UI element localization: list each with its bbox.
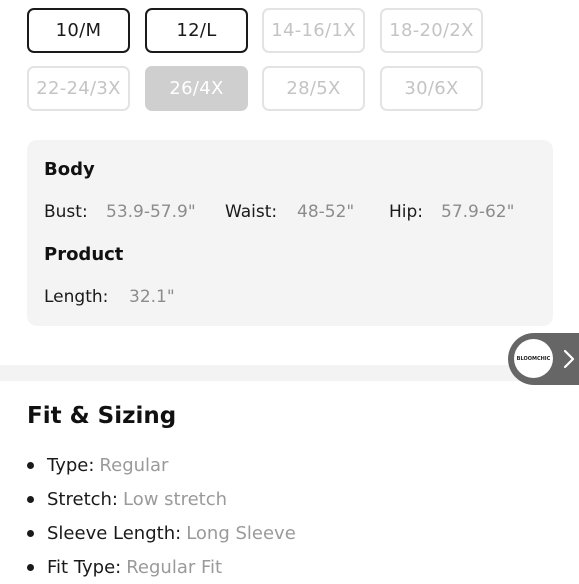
product-heading: Product — [44, 244, 124, 265]
chevron-right-icon — [563, 349, 575, 369]
fit-value-fit-type: Regular Fit — [126, 556, 223, 578]
size-option-12l[interactable]: 12/L — [145, 8, 248, 53]
size-option-28-5x[interactable]: 28/5X — [262, 66, 365, 111]
fit-value-type: Regular — [99, 454, 169, 476]
fit-sizing-title: Fit & Sizing — [27, 403, 177, 429]
length-value: 32.1" — [129, 287, 175, 307]
size-selector: 10/M 12/L 14-16/1X 18-20/2X 22-24/3X 26/… — [0, 0, 579, 120]
size-option-26-4x[interactable]: 26/4X — [145, 66, 248, 111]
fit-key-stretch: Stretch: — [47, 488, 118, 510]
waist-value: 48-52" — [297, 202, 355, 222]
length-label: Length: — [44, 287, 109, 307]
section-divider — [0, 365, 579, 381]
list-item: Fit Type: Regular Fit — [27, 550, 296, 584]
bullet-icon — [27, 563, 34, 571]
fit-sizing-list: Type: Regular Stretch: Low stretch Sleev… — [27, 448, 296, 584]
bust-label: Bust: — [44, 202, 88, 222]
size-option-18-20-2x[interactable]: 18-20/2X — [380, 8, 483, 53]
hip-label: Hip: — [389, 202, 424, 222]
size-option-14-16-1x[interactable]: 14-16/1X — [262, 8, 365, 53]
size-option-22-24-3x[interactable]: 22-24/3X — [27, 66, 130, 111]
list-item: Stretch: Low stretch — [27, 482, 296, 516]
fit-value-stretch: Low stretch — [123, 488, 228, 510]
size-option-10m[interactable]: 10/M — [27, 8, 130, 53]
measurements-panel: Body Bust: 53.9-57.9" Waist: 48-52" Hip:… — [27, 140, 553, 326]
floating-brand-tab[interactable]: BLOOMCHIC — [508, 333, 579, 385]
list-item: Sleeve Length: Long Sleeve — [27, 516, 296, 550]
bullet-icon — [27, 461, 34, 469]
size-option-30-6x[interactable]: 30/6X — [380, 66, 483, 111]
body-heading: Body — [44, 159, 95, 180]
bust-value: 53.9-57.9" — [106, 202, 196, 222]
bullet-icon — [27, 495, 34, 503]
list-item: Type: Regular — [27, 448, 296, 482]
fit-key-sleeve-length: Sleeve Length: — [47, 522, 182, 544]
waist-label: Waist: — [225, 202, 278, 222]
fit-value-sleeve-length: Long Sleeve — [186, 522, 296, 544]
fit-key-type: Type: — [47, 454, 95, 476]
hip-value: 57.9-62" — [441, 202, 515, 222]
brand-logo: BLOOMCHIC — [514, 339, 553, 378]
bullet-icon — [27, 529, 34, 537]
fit-key-fit-type: Fit Type: — [47, 556, 122, 578]
